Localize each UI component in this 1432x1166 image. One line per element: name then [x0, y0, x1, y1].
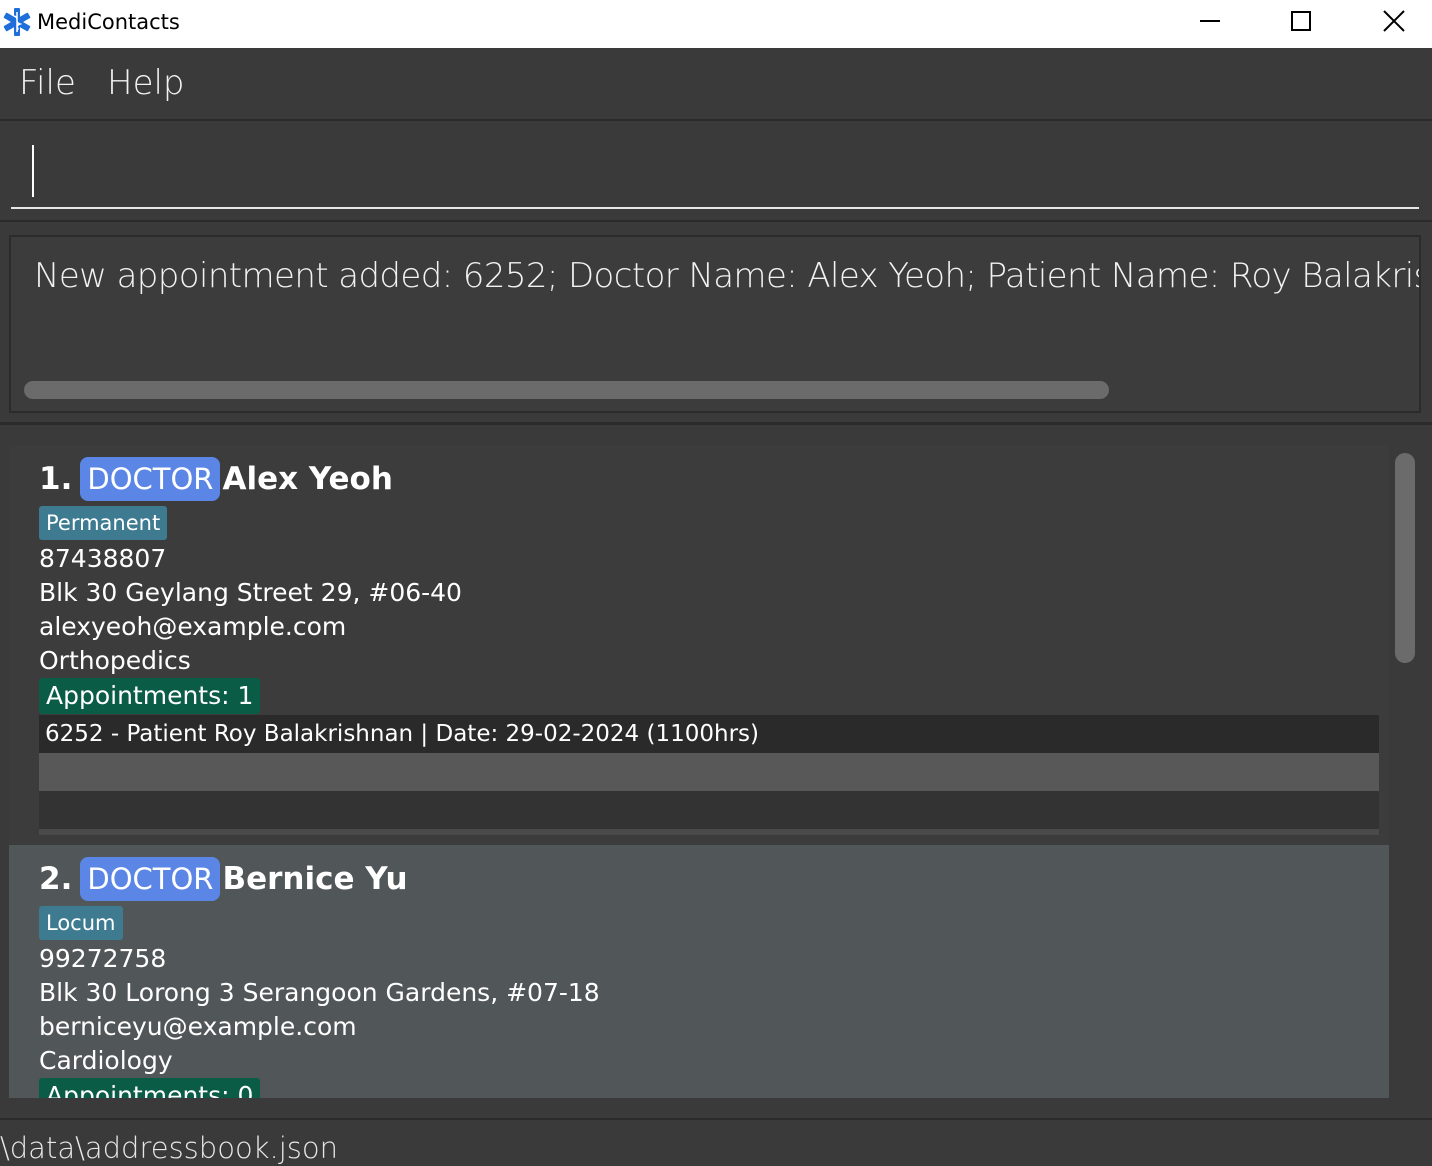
- role-badge: DOCTOR: [80, 857, 221, 901]
- result-message: New appointment added: 6252; Doctor Name…: [34, 256, 1419, 296]
- window-title: MediContacts: [37, 10, 180, 34]
- person-index: 2.: [39, 861, 73, 897]
- person-address: Blk 30 Lorong 3 Serangoon Gardens, #07-1…: [39, 978, 600, 1007]
- appointment-row-empty: [39, 791, 1379, 829]
- person-email: berniceyu@example.com: [39, 1012, 357, 1041]
- person-card[interactable]: 1. DOCTOR Alex Yeoh Permanent 87438807 Blk…: [9, 445, 1389, 845]
- person-phone: 99272758: [39, 944, 167, 973]
- appointments-count-badge: Appointments: 1: [39, 678, 261, 714]
- person-card[interactable]: 2. DOCTOR Bernice Yu Locum 99272758 Blk 30…: [9, 845, 1389, 1098]
- person-address: Blk 30 Geylang Street 29, #06-40: [39, 578, 462, 607]
- close-button[interactable]: [1348, 0, 1432, 44]
- person-list-vertical-scrollbar[interactable]: [1395, 453, 1415, 663]
- medical-star-icon: [3, 8, 31, 36]
- appointment-row[interactable]: 6252 - Patient Roy Balakrishnan | Date: …: [39, 715, 1379, 753]
- close-icon: [1383, 10, 1405, 32]
- result-display-panel: New appointment added: 6252; Doctor Name…: [0, 222, 1432, 425]
- result-horizontal-scrollbar[interactable]: [24, 381, 1109, 399]
- maximize-icon: [1291, 11, 1311, 31]
- person-name: Alex Yeoh: [222, 461, 393, 497]
- command-input[interactable]: [11, 131, 1419, 209]
- employment-tag: Locum: [39, 906, 123, 940]
- person-phone: 87438807: [39, 544, 167, 573]
- command-box: [0, 121, 1432, 222]
- person-card-header: 1. DOCTOR Alex Yeoh: [39, 457, 393, 503]
- appointment-list-edge: [39, 829, 1379, 835]
- menu-help[interactable]: Help: [107, 62, 185, 104]
- person-email: alexyeoh@example.com: [39, 612, 347, 641]
- minimize-icon: [1200, 20, 1220, 22]
- title-bar: MediContacts: [0, 0, 1432, 48]
- appointments-count-badge: Appointments: 0: [39, 1078, 261, 1098]
- person-specialty: Cardiology: [39, 1046, 173, 1075]
- result-display: New appointment added: 6252; Doctor Name…: [9, 235, 1421, 413]
- status-bar: \data\addressbook.json: [0, 1118, 1432, 1166]
- menu-bar: File Help: [0, 48, 1432, 121]
- text-caret: [32, 145, 34, 197]
- appointment-list: 6252 - Patient Roy Balakrishnan | Date: …: [39, 715, 1379, 835]
- data-file-path: \data\addressbook.json: [0, 1131, 338, 1165]
- person-specialty: Orthopedics: [39, 646, 191, 675]
- person-index: 1.: [39, 461, 73, 497]
- menu-file[interactable]: File: [19, 62, 76, 104]
- person-list: 1. DOCTOR Alex Yeoh Permanent 87438807 Blk…: [0, 425, 1432, 1118]
- employment-tag: Permanent: [39, 506, 168, 540]
- role-badge: DOCTOR: [80, 457, 221, 501]
- minimize-button[interactable]: [1164, 0, 1256, 44]
- appointment-row-empty: [39, 753, 1379, 791]
- person-card-header: 2. DOCTOR Bernice Yu: [39, 857, 408, 903]
- maximize-button[interactable]: [1255, 0, 1347, 44]
- person-name: Bernice Yu: [222, 861, 408, 897]
